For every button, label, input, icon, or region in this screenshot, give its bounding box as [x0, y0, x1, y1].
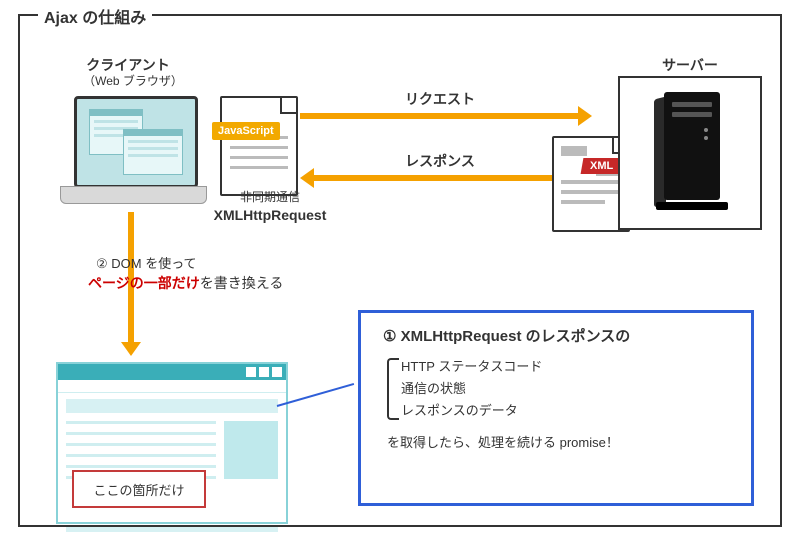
client-sublabel: （Web ブラウザ） — [58, 74, 208, 90]
callout-item-state: 通信の状態 — [401, 378, 737, 400]
async-label: 非同期通信 — [200, 190, 340, 206]
javascript-badge: JavaScript — [212, 122, 280, 140]
response-arrow-icon — [314, 175, 568, 181]
server-tower-icon — [654, 92, 730, 210]
request-arrow-icon — [300, 113, 578, 119]
window-close-icon — [272, 367, 282, 377]
callout-footer: を取得したら、処理を続ける promise！ — [383, 432, 737, 451]
callout-item-status: HTTP ステータスコード — [401, 356, 737, 378]
updated-region-icon — [224, 421, 278, 479]
callout-list: HTTP ステータスコード 通信の状態 レスポンスのデータ — [383, 356, 737, 422]
client-laptop-icon — [60, 96, 205, 204]
dom-step-suffix: を書き換える — [200, 275, 284, 291]
dom-step-line1: ② DOM を使って — [96, 256, 316, 273]
ajax-diagram: Ajax の仕組み クライアント （Web ブラウザ） JavaScript 非… — [0, 0, 800, 543]
xhr-label: XMLHttpRequest — [200, 206, 340, 224]
dom-step-line2: ページの一部だけを書き換える — [88, 274, 348, 292]
callout-title: ① XMLHttpRequest のレスポンスの — [383, 325, 737, 346]
window-max-icon — [259, 367, 269, 377]
request-arrow-label: リクエスト — [340, 90, 540, 108]
javascript-file-icon — [220, 96, 298, 196]
dom-step-emphasis: ページの一部だけ — [88, 275, 200, 291]
window-min-icon — [246, 367, 256, 377]
client-label: クライアント — [78, 56, 178, 74]
xml-badge: XML — [581, 158, 623, 174]
xhr-callout: ① XMLHttpRequest のレスポンスの HTTP ステータスコード 通… — [358, 310, 754, 506]
server-label: サーバー — [640, 56, 740, 74]
here-only-label: ここの箇所だけ — [93, 480, 184, 499]
diagram-title: Ajax の仕組み — [38, 4, 152, 28]
here-only-box: ここの箇所だけ — [72, 470, 206, 508]
callout-item-response: レスポンスのデータ — [401, 400, 737, 422]
response-arrow-label: レスポンス — [340, 152, 540, 170]
